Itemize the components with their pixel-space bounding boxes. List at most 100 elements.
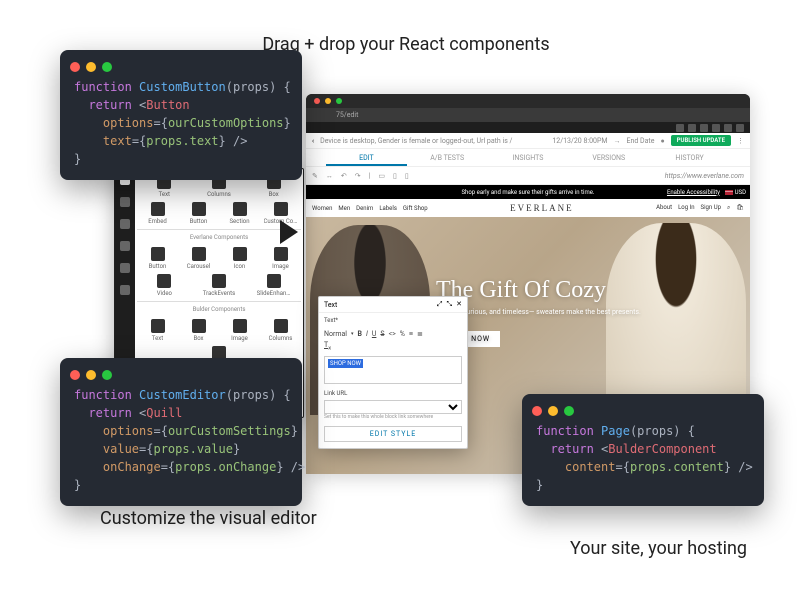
palette-item[interactable]: TrackEvents — [202, 274, 236, 297]
expand-icon[interactable]: ⤢ — [437, 300, 443, 309]
palette-item-label: Icon — [223, 263, 257, 270]
component-icon — [233, 202, 247, 216]
palette-tab-icon[interactable] — [120, 197, 130, 207]
more-icon[interactable]: ⋮ — [737, 137, 744, 145]
chevron-left-icon[interactable]: ‹ — [312, 137, 314, 145]
link-url-label: Link URL — [324, 390, 347, 397]
tab-abtests[interactable]: A/B TESTS — [407, 149, 488, 166]
minimize-icon[interactable] — [325, 98, 331, 104]
tab-versions[interactable]: VERSIONS — [568, 149, 649, 166]
palette-item[interactable]: SlideEnhancementAnnotation — [257, 274, 291, 297]
site-nav: Women Men Denim Labels Gift Shop EVERLAN… — [306, 199, 750, 217]
avatar[interactable] — [724, 124, 732, 132]
palette-item[interactable]: Carousel — [182, 247, 216, 270]
close-icon[interactable] — [314, 98, 320, 104]
ext-icon[interactable] — [700, 124, 708, 132]
maximize-icon[interactable] — [102, 370, 112, 380]
close-icon[interactable] — [532, 406, 542, 416]
collapse-icon[interactable]: ⤡ — [447, 300, 453, 309]
palette-item-label: Section — [223, 218, 257, 225]
component-icon — [157, 274, 171, 288]
date-display[interactable]: 12/13/20 8:00PM — [552, 137, 607, 145]
palette-item-label: Image — [264, 263, 298, 270]
palette-tab-icon[interactable] — [120, 219, 130, 229]
palette-item[interactable]: Icon — [223, 247, 257, 270]
publish-button[interactable]: PUBLISH UPDATE — [671, 135, 731, 146]
palette-item[interactable]: Section — [223, 202, 257, 225]
palette-group-header: Bulder Components — [137, 301, 301, 317]
link-url-select[interactable] — [324, 400, 462, 414]
close-icon[interactable] — [70, 62, 80, 72]
link-url-hint: Set this to make this whole block link s… — [319, 414, 467, 422]
pencil-icon[interactable]: ✎ — [312, 172, 318, 180]
palette-item-label: Columns — [202, 191, 236, 198]
palette-item[interactable]: Text — [141, 319, 175, 342]
palette-item[interactable]: Image — [223, 319, 257, 342]
palette-tab-icon[interactable] — [120, 241, 130, 251]
align-button[interactable]: ≣ — [417, 330, 423, 338]
minimize-icon[interactable] — [86, 370, 96, 380]
menu-icon[interactable] — [736, 124, 744, 132]
underline-button[interactable]: U — [372, 330, 377, 338]
maximize-icon[interactable] — [102, 62, 112, 72]
component-icon — [192, 247, 206, 261]
end-date[interactable]: End Date — [627, 137, 655, 145]
desktop-icon[interactable]: ▭ — [378, 172, 385, 180]
palette-item[interactable]: Columns — [264, 319, 298, 342]
component-icon — [274, 247, 288, 261]
tablet-icon[interactable]: ▯ — [393, 172, 397, 180]
palette-item[interactable]: Box — [182, 319, 216, 342]
accessibility-link[interactable]: Enable Accessibility — [667, 189, 720, 196]
minimize-icon[interactable] — [86, 62, 96, 72]
ext-icon[interactable] — [676, 124, 684, 132]
edit-style-button[interactable]: EDIT STYLE — [324, 426, 462, 442]
tab-edit[interactable]: EDIT — [326, 149, 407, 166]
cart-icon[interactable]: 🛍 — [736, 204, 744, 212]
palette-item[interactable]: Video — [147, 274, 181, 297]
strike-button[interactable]: S — [380, 330, 384, 338]
text-input[interactable]: SHOP NOW — [324, 356, 462, 384]
nav-item[interactable]: Labels — [379, 205, 397, 212]
nav-item[interactable]: Denim — [356, 205, 373, 212]
palette-item[interactable]: Button — [141, 247, 175, 270]
palette-item[interactable]: Embed — [141, 202, 175, 225]
nav-item[interactable]: Sign Up — [701, 204, 721, 212]
pointer-icon — [280, 220, 298, 244]
ext-icon[interactable] — [712, 124, 720, 132]
close-icon[interactable]: ✕ — [456, 300, 462, 309]
ext-icon[interactable] — [688, 124, 696, 132]
minimize-icon[interactable] — [548, 406, 558, 416]
component-icon — [151, 319, 165, 333]
list-button[interactable]: ≡ — [409, 330, 413, 338]
redo-icon[interactable]: ↷ — [355, 172, 361, 180]
code-button[interactable]: <> — [389, 330, 396, 338]
palette-item-label: Text — [147, 191, 181, 198]
undo-icon[interactable]: ↶ — [341, 172, 347, 180]
palette-item[interactable]: Image — [264, 247, 298, 270]
maximize-icon[interactable] — [564, 406, 574, 416]
brand-logo[interactable]: EVERLANE — [510, 203, 574, 213]
nav-item[interactable]: Women — [312, 205, 332, 212]
palette-item[interactable]: Button — [182, 202, 216, 225]
palette-tab-icon[interactable] — [120, 263, 130, 273]
nav-item[interactable]: Log In — [678, 204, 694, 212]
tab-insights[interactable]: INSIGHTS — [488, 149, 569, 166]
palette-group-header: Everlane Components — [137, 229, 301, 245]
maximize-icon[interactable] — [336, 98, 342, 104]
palette-item-label: Columns — [264, 335, 298, 342]
nav-item[interactable]: About — [656, 204, 672, 212]
bold-button[interactable]: B — [358, 330, 362, 338]
search-icon[interactable]: ⌕ — [727, 204, 730, 212]
format-dropdown[interactable]: Normal — [324, 330, 347, 338]
palette-tab-icon[interactable] — [120, 285, 130, 295]
close-icon[interactable] — [70, 370, 80, 380]
move-icon[interactable]: ↔ — [326, 172, 333, 180]
italic-button[interactable]: I — [366, 330, 368, 338]
nav-item[interactable]: Men — [338, 205, 350, 212]
link-button[interactable]: % — [400, 330, 405, 338]
clear-format-icon[interactable]: Tx — [324, 341, 331, 351]
tab-history[interactable]: HISTORY — [649, 149, 730, 166]
nav-item[interactable]: Gift Shop — [403, 205, 428, 212]
currency-switch[interactable]: USD — [725, 189, 746, 196]
app-toolbar: ✎ ↔ ↶ ↷ | ▭ ▯ ▯ https://www.everlane.com — [306, 167, 750, 185]
